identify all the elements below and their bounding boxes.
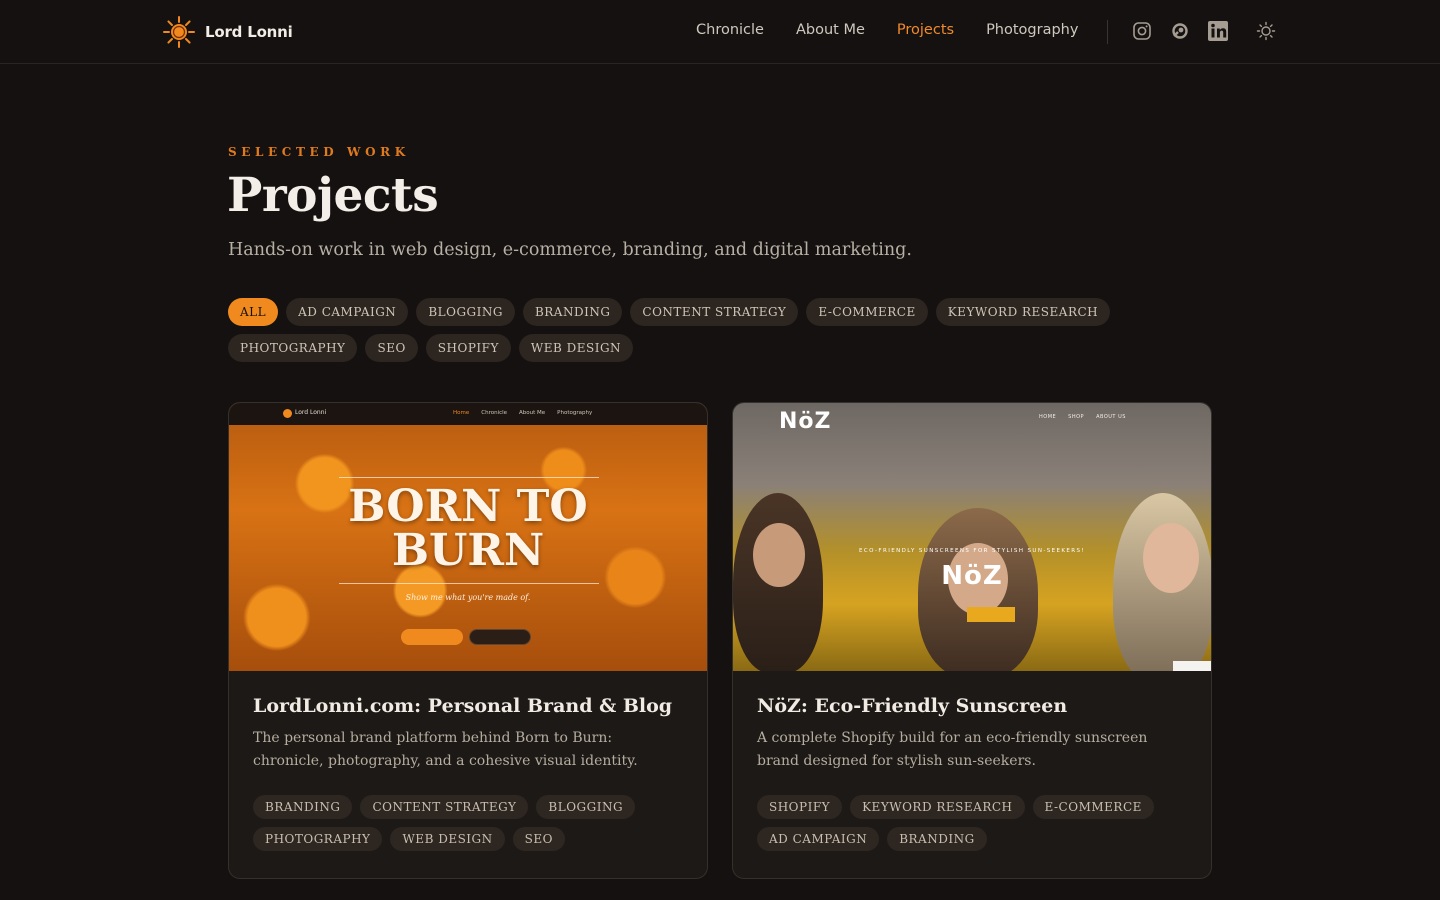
main-nav: Chronicle About Me Projects Photography — [696, 22, 1078, 38]
project-tag: SEO — [512, 827, 565, 851]
nav-about-me[interactable]: About Me — [796, 22, 865, 38]
section-eyebrow: SELECTED WORK — [228, 145, 410, 159]
thumb-button-primary — [401, 629, 463, 645]
nav-divider — [1107, 20, 1108, 44]
brand-link[interactable]: Lord Lonni — [163, 16, 293, 48]
thumb-shop-button — [967, 607, 1015, 622]
thumb-menu: HOME SHOP ABOUT US — [1039, 414, 1126, 420]
project-tags: BRANDING CONTENT STRATEGY BLOGGING PHOTO… — [253, 795, 683, 851]
thumb-logo: NöZ — [779, 409, 832, 434]
project-tag: AD CAMPAIGN — [757, 827, 880, 851]
project-card-noz[interactable]: NöZ HOME SHOP ABOUT US ECO-FRIENDLY SUNS… — [732, 402, 1212, 879]
project-title: LordLonni.com: Personal Brand & Blog — [253, 695, 673, 717]
project-title: NöZ: Eco-Friendly Sunscreen — [757, 695, 1068, 717]
filter-photography[interactable]: PHOTOGRAPHY — [228, 334, 358, 362]
filter-ad-campaign[interactable]: AD CAMPAIGN — [286, 298, 409, 326]
thumb-corner — [1173, 661, 1211, 671]
page-title: Projects — [227, 168, 439, 223]
thumb-link: Chronicle — [481, 410, 508, 416]
project-description: The personal brand platform behind Born … — [253, 730, 638, 769]
filter-chips: ALL AD CAMPAIGN BLOGGING BRANDING CONTEN… — [228, 298, 1212, 362]
project-description: A complete Shopify build for an eco-frie… — [757, 730, 1148, 769]
linkedin-icon[interactable] — [1207, 20, 1229, 42]
thumb-nav-bar: Lord Lonni Home Chronicle About Me Photo… — [229, 403, 707, 425]
filter-blogging[interactable]: BLOGGING — [416, 298, 515, 326]
project-tag: E-COMMERCE — [1032, 795, 1154, 819]
flickr-icon[interactable] — [1169, 20, 1191, 42]
thumb-sun-icon — [283, 409, 292, 418]
thumb-menu-item: ABOUT US — [1096, 414, 1126, 420]
social-links — [1131, 20, 1229, 42]
theme-toggle-button[interactable] — [1255, 20, 1277, 42]
filter-branding[interactable]: BRANDING — [522, 298, 623, 326]
site-header: Lord Lonni Chronicle About Me Projects P… — [0, 0, 1440, 64]
project-thumbnail: Lord Lonni Home Chronicle About Me Photo… — [229, 403, 707, 671]
project-tag: SHOPIFY — [757, 795, 843, 819]
nav-photography[interactable]: Photography — [986, 22, 1078, 38]
project-thumbnail: NöZ HOME SHOP ABOUT US ECO-FRIENDLY SUNS… — [733, 403, 1211, 671]
filter-shopify[interactable]: SHOPIFY — [425, 334, 511, 362]
thumb-link: Home — [453, 410, 470, 416]
project-tag: CONTENT STRATEGY — [360, 795, 529, 819]
thumb-tagline: Show me what you're made of. — [405, 593, 531, 602]
project-tag: KEYWORD RESEARCH — [850, 795, 1025, 819]
thumb-brand-name: NöZ — [941, 561, 1003, 591]
filter-keyword-research[interactable]: KEYWORD RESEARCH — [935, 298, 1111, 326]
brand-name: Lord Lonni — [205, 23, 293, 41]
project-card-lordlonni[interactable]: Lord Lonni Home Chronicle About Me Photo… — [228, 402, 708, 879]
project-tags: SHOPIFY KEYWORD RESEARCH E-COMMERCE AD C… — [757, 795, 1187, 851]
thumb-rule — [339, 477, 599, 478]
page-subtitle: Hands-on work in web design, e-commerce,… — [228, 240, 912, 260]
thumb-brand: Lord Lonni — [295, 409, 327, 416]
sun-icon — [1256, 21, 1276, 41]
filter-web-design[interactable]: WEB DESIGN — [518, 334, 634, 362]
thumb-links: Home Chronicle About Me Photography — [453, 410, 592, 416]
thumb-headline-line: BORN TO — [348, 481, 588, 532]
thumb-menu-item: SHOP — [1068, 414, 1085, 420]
thumb-link: About Me — [519, 410, 546, 416]
thumb-button-secondary — [469, 629, 531, 645]
project-tag: PHOTOGRAPHY — [253, 827, 383, 851]
project-tag: BLOGGING — [536, 795, 636, 819]
filter-all[interactable]: ALL — [228, 298, 279, 326]
instagram-icon[interactable] — [1131, 20, 1153, 42]
project-tag: BRANDING — [253, 795, 353, 819]
project-tag: BRANDING — [887, 827, 987, 851]
thumb-rule — [339, 583, 599, 584]
thumb-menu-item: HOME — [1039, 414, 1057, 420]
project-tag: WEB DESIGN — [390, 827, 505, 851]
thumb-headline-line: BURN — [391, 525, 545, 576]
thumb-caption: ECO-FRIENDLY SUNSCREENS FOR STYLISH SUN-… — [859, 548, 1085, 554]
filter-content-strategy[interactable]: CONTENT STRATEGY — [630, 298, 799, 326]
filter-e-commerce[interactable]: E-COMMERCE — [806, 298, 928, 326]
thumb-headline: BORN TO BURN — [229, 485, 707, 573]
thumb-link: Photography — [557, 410, 593, 416]
nav-chronicle[interactable]: Chronicle — [696, 22, 764, 38]
sun-logo-icon — [163, 16, 195, 48]
nav-projects[interactable]: Projects — [897, 22, 954, 38]
filter-seo[interactable]: SEO — [365, 334, 418, 362]
